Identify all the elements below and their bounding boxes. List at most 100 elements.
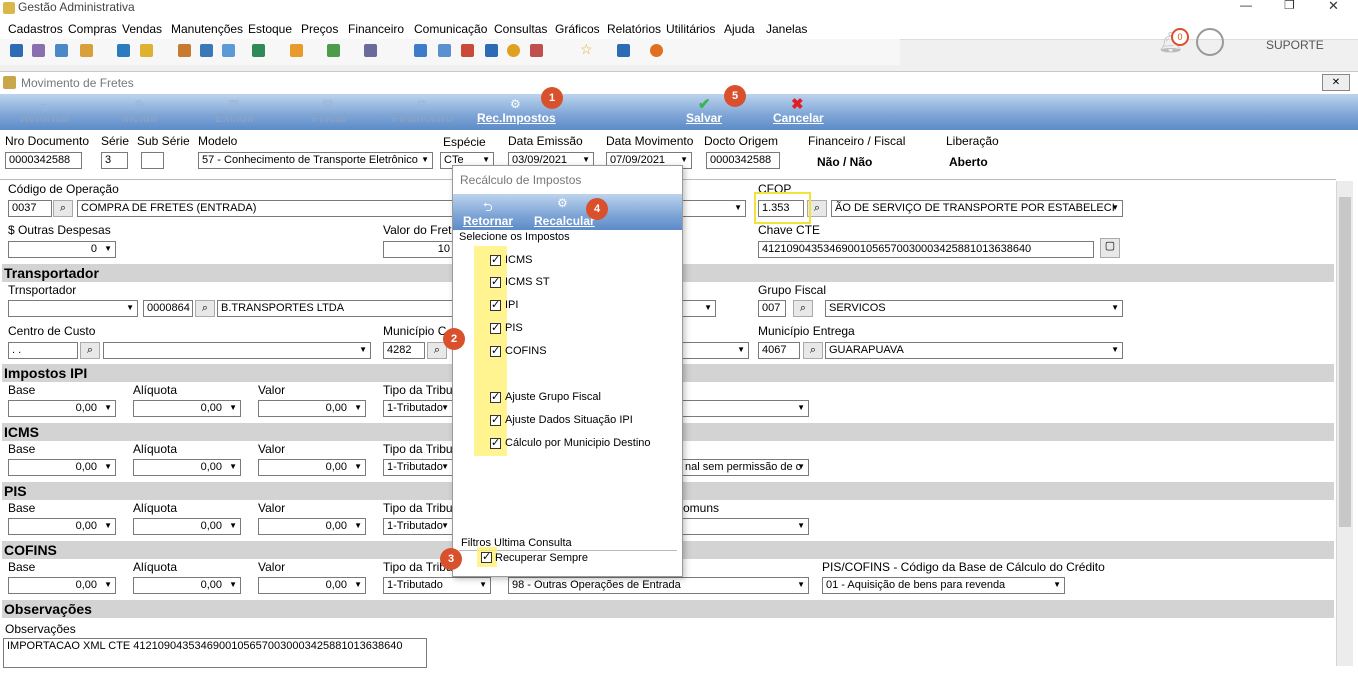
icms-aliquota-input[interactable]: 0,00 [133,459,241,476]
menu-manutencoes[interactable]: Manutenções [171,22,243,36]
scroll-thumb[interactable] [1339,197,1351,527]
cofins-valor-input[interactable]: 0,00 [258,577,366,594]
cofins-operacao-select[interactable]: 98 - Outras Operações de Entrada [508,577,809,594]
avatar[interactable] [1196,28,1224,56]
cofins-aliquota-input[interactable]: 0,00 [133,577,241,594]
minimize-button[interactable]: — [1240,0,1252,12]
municipio-entrega-select[interactable]: GUARAPUAVA [825,342,1123,359]
pis-checkbox[interactable]: ✓ [490,323,501,334]
rec-impostos-button[interactable]: Rec.Impostos [477,111,556,125]
toolbar-icon[interactable] [117,44,130,57]
icms-checkbox[interactable]: ✓ [490,255,501,266]
form-close-button[interactable]: ✕ [1322,74,1350,91]
ajuste-situacao-ipi-checkbox[interactable]: ✓ [490,415,501,426]
search-icon[interactable]: ⌕ [793,300,813,317]
toolbar-icon[interactable] [438,44,451,57]
pis-base-input[interactable]: 0,00 [8,518,116,535]
centro-custo-select[interactable] [103,342,371,359]
toolbar-icon[interactable] [10,44,23,57]
cancelar-button[interactable]: Cancelar [773,111,824,125]
toolbar-icon[interactable] [200,44,213,57]
menu-estoque[interactable]: Estoque [248,22,292,36]
ipi-aliquota-input[interactable]: 0,00 [133,400,241,417]
toolbar-icon[interactable] [617,44,630,57]
operacao-extra-select[interactable] [681,200,746,217]
transportador-tipo-select[interactable] [8,300,138,317]
icms-valor-input[interactable]: 0,00 [258,459,366,476]
dialog-retornar-button[interactable]: Retornar [463,214,513,228]
menu-ajuda[interactable]: Ajuda [724,22,755,36]
toolbar-icon[interactable] [507,44,520,57]
icms-tipo-select[interactable]: 1-Tributado [383,459,453,476]
cfop-description-select[interactable]: ÃO DE SERVIÇO DE TRANSPORTE POR ESTABELE… [831,200,1123,217]
toolbar-icon[interactable] [327,44,340,57]
icms-situacao-select[interactable]: nal sem permissão de c [681,459,809,476]
cofins-checkbox[interactable]: ✓ [490,346,501,357]
nro-documento-input[interactable]: 0000342588 [5,152,82,169]
recuperar-sempre-checkbox[interactable]: ✓ [481,552,492,563]
toolbar-icon[interactable] [414,44,427,57]
ipi-checkbox[interactable]: ✓ [490,300,501,311]
search-icon[interactable]: ⌕ [80,342,100,359]
centro-custo-input[interactable]: . . [8,342,78,359]
search-icon[interactable]: ⌕ [53,200,73,217]
ajuste-grupo-fiscal-checkbox[interactable]: ✓ [490,392,501,403]
municipio-entrega-codigo-input[interactable]: 4067 [758,342,800,359]
cofins-base-input[interactable]: 0,00 [8,577,116,594]
fiscal-button[interactable]: Fiscal [312,111,346,125]
toolbar-icon[interactable] [140,44,153,57]
ipi-tipo-select[interactable]: 1-Tributado [383,400,453,417]
document-search-icon[interactable]: ▢ [1100,238,1120,258]
icms-base-input[interactable]: 0,00 [8,459,116,476]
menu-janelas[interactable]: Janelas [766,22,807,36]
grupo-fiscal-codigo-input[interactable]: 007 [758,300,786,317]
ipi-situacao-select[interactable] [681,400,809,417]
pis-comuns-select[interactable] [681,518,809,535]
pis-tipo-select[interactable]: 1-Tributado [383,518,453,535]
calculo-municipio-checkbox[interactable]: ✓ [490,438,501,449]
toolbar-icon[interactable] [178,44,191,57]
menu-vendas[interactable]: Vendas [122,22,162,36]
cofins-tipo-select[interactable]: 1-Tributado [383,577,491,594]
close-button[interactable]: ✕ [1328,0,1339,14]
toolbar-icon[interactable] [485,44,498,57]
grupo-fiscal-select[interactable]: SERVICOS [825,300,1123,317]
financeiro-button[interactable]: Financeiro [392,111,453,125]
dialog-recalcular-button[interactable]: Recalcular [534,214,595,228]
menu-compras[interactable]: Compras [68,22,117,36]
toolbar-icon[interactable] [530,44,543,57]
toolbar-icon[interactable] [252,44,265,57]
toolbar-icon[interactable] [32,44,45,57]
menu-comunicacao[interactable]: Comunicação [414,22,487,36]
menu-relatorios[interactable]: Relatórios [607,22,661,36]
power-icon[interactable] [650,44,663,57]
municipio-codigo-input[interactable]: 4282 [383,342,425,359]
toolbar-icon[interactable] [222,44,235,57]
toolbar-icon[interactable] [290,44,303,57]
menu-consultas[interactable]: Consultas [494,22,547,36]
outras-despesas-input[interactable]: 0 [8,241,116,258]
icms-st-checkbox[interactable]: ✓ [490,277,501,288]
transportador-codigo-input[interactable]: 0000864 [143,300,193,317]
toolbar-icon[interactable] [80,44,93,57]
vertical-scrollbar[interactable] [1336,181,1353,666]
menu-utilitarios[interactable]: Utilitários [666,22,715,36]
menu-cadastros[interactable]: Cadastros [8,22,63,36]
star-icon[interactable]: ☆ [580,41,593,57]
menu-financeiro[interactable]: Financeiro [348,22,404,36]
menu-graficos[interactable]: Gráficos [555,22,600,36]
ipi-valor-input[interactable]: 0,00 [258,400,366,417]
sub-serie-input[interactable] [141,152,164,169]
search-icon[interactable]: ⌕ [195,300,215,317]
maximize-button[interactable]: ❐ [1284,0,1295,12]
toolbar-icon[interactable] [364,44,377,57]
valor-frete-input[interactable]: 10 [383,241,453,258]
toolbar-icon[interactable] [461,44,474,57]
ipi-base-input[interactable]: 0,00 [8,400,116,417]
transportador-extra-select[interactable] [681,300,716,317]
pis-valor-input[interactable]: 0,00 [258,518,366,535]
menu-precos[interactable]: Preços [301,22,338,36]
codigo-operacao-input[interactable]: 0037 [8,200,52,217]
salvar-button[interactable]: Salvar [686,111,722,125]
retornar-button[interactable]: Retornar [20,111,70,125]
